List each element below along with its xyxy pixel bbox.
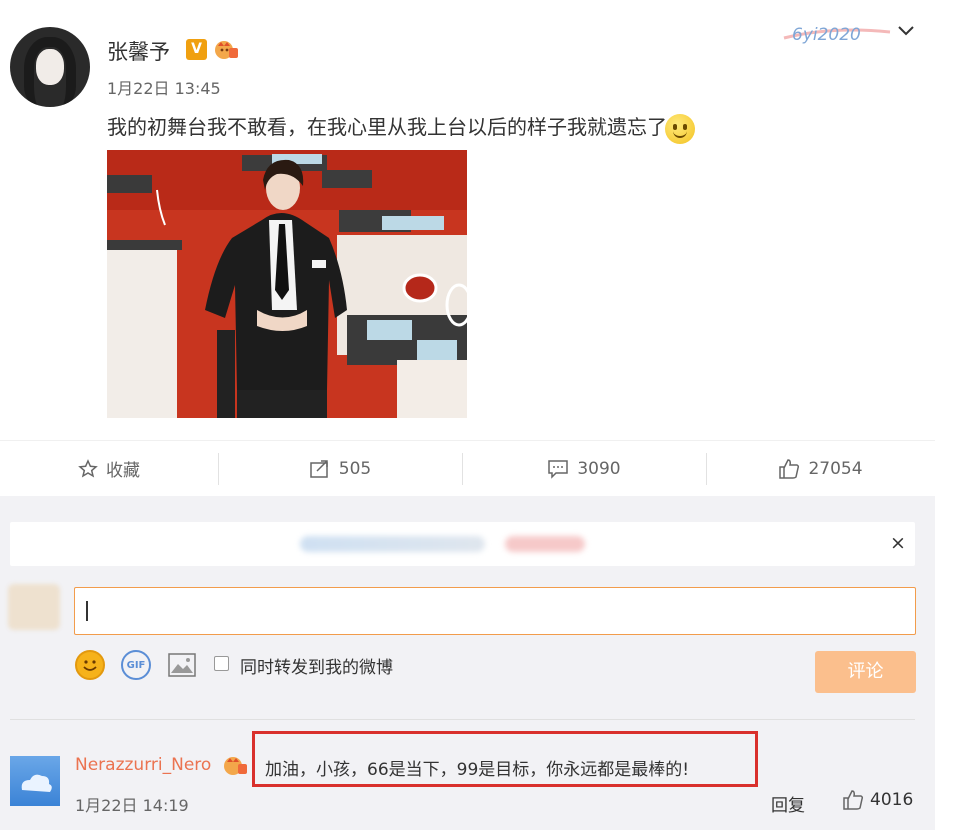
member-crown-icon (215, 41, 238, 59)
comment-icon (548, 459, 569, 479)
stage-photo-illustration (107, 150, 467, 418)
cloud-avatar-icon (21, 774, 52, 792)
author-name[interactable]: 张馨予 (107, 36, 170, 66)
repost-checkbox[interactable] (214, 656, 229, 671)
svg-text:6yi2020: 6yi2020 (792, 25, 861, 45)
post-body: 我的初舞台我不敢看，在我心里从我上台以后的样子我就遗忘了 (107, 111, 695, 144)
emoji-icon[interactable] (75, 650, 105, 680)
watermark-logo: 6yi2020 (783, 25, 891, 45)
submit-comment-button[interactable]: 评论 (815, 651, 916, 693)
comment-button[interactable]: 3090 (462, 441, 706, 496)
comment-section: × GIF 同时转发到我的微博 评论 Nerazzurri_Nero 加油，小孩… (0, 496, 935, 830)
like-count: 27054 (808, 458, 863, 479)
like-button[interactable]: 27054 (706, 441, 935, 496)
comment-text: 加油，小孩，66是当下，99是目标，你永远都是最棒的! (265, 760, 690, 780)
comment-like-button[interactable]: 4016 (842, 789, 913, 811)
blurred-notice-link[interactable] (505, 536, 585, 552)
comment-count: 3090 (577, 458, 621, 479)
blurred-notice-text (300, 536, 485, 552)
verified-v-icon: V (186, 39, 207, 60)
current-user-avatar[interactable] (8, 584, 60, 630)
text-caret (86, 601, 88, 621)
gif-icon[interactable]: GIF (121, 650, 151, 680)
thumbs-up-icon (843, 790, 864, 810)
repost-checkbox-label[interactable]: 同时转发到我的微博 (240, 653, 393, 678)
share-icon (310, 459, 328, 478)
image-icon[interactable] (168, 653, 196, 677)
member-crown-icon (224, 757, 247, 775)
comment-timestamp: 1月22日 14:19 (75, 796, 189, 815)
chevron-down-icon[interactable] (896, 23, 916, 39)
close-icon[interactable]: × (887, 532, 909, 554)
emoji-face (83, 660, 97, 671)
post-image[interactable] (107, 150, 467, 418)
action-bar: 收藏 505 3090 27054 (0, 440, 935, 495)
repost-count: 505 (338, 458, 372, 479)
commenter-avatar[interactable] (10, 756, 60, 806)
comment-input[interactable] (74, 587, 916, 635)
avatar-face (36, 49, 64, 85)
comment-like-count: 4016 (870, 790, 914, 810)
smile-emoji-icon (665, 113, 695, 144)
commenter-name[interactable]: Nerazzurri_Nero (75, 755, 211, 775)
favorite-label: 收藏 (106, 461, 140, 481)
author-avatar[interactable] (10, 27, 90, 107)
post-text: 我的初舞台我不敢看，在我心里从我上台以后的样子我就遗忘了 (107, 115, 667, 139)
star-icon (78, 458, 98, 478)
notice-bar: × (10, 522, 915, 566)
repost-button[interactable]: 505 (218, 441, 462, 496)
favorite-button[interactable]: 收藏 (0, 441, 218, 496)
divider (10, 719, 915, 720)
thumbs-up-icon (779, 458, 800, 479)
weibo-post-card: 张馨予 V 1月22日 13:45 6yi2020 我的初舞台我不敢看，在我心里… (0, 0, 935, 830)
reply-button[interactable]: 回复 (771, 791, 805, 816)
post-timestamp[interactable]: 1月22日 13:45 (107, 75, 221, 99)
